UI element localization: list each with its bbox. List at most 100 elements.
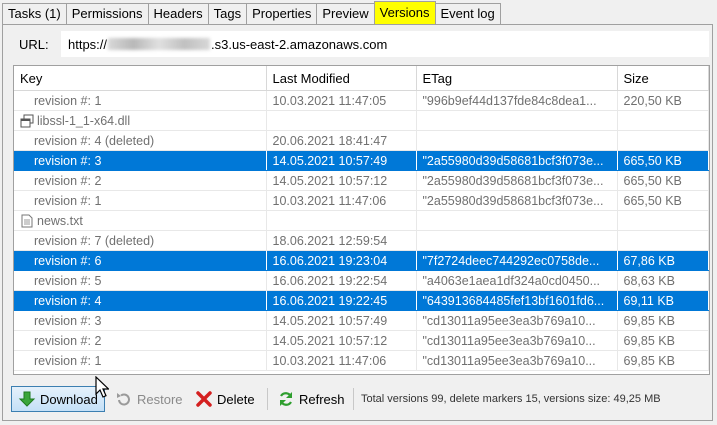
text-file-icon	[21, 214, 33, 227]
download-arrow-icon	[18, 391, 36, 407]
cell-text: 16.06.2021 19:23:04	[272, 253, 388, 268]
column-header-etag[interactable]: ETag	[416, 66, 618, 91]
cell-last-modified	[266, 110, 417, 131]
versions-status-text: Total versions 99, delete markers 15, ve…	[361, 393, 661, 405]
revision-row[interactable]: revision #: 4 (deleted) 20.06.2021 18:41:…	[14, 130, 709, 151]
cell-size	[617, 230, 709, 251]
cell-text: "cd13011a95ee3ea3b769a10...	[422, 333, 596, 348]
tab-permissions[interactable]: Permissions	[65, 3, 149, 24]
cell-text: 220,50 KB	[623, 93, 682, 108]
cell-text: news.txt	[37, 213, 83, 228]
cell-etag: "996b9ef44d137fde84c8dea1...	[416, 90, 618, 111]
cell-last-modified: 10.03.2021 11:47:06	[266, 190, 417, 211]
column-header-last-modified[interactable]: Last Modified	[266, 66, 417, 91]
refresh-button[interactable]: Refresh	[271, 386, 351, 412]
cell-key: revision #: 5	[14, 270, 267, 291]
revision-row[interactable]: revision #: 7 (deleted) 18.06.2021 12:59:…	[14, 230, 709, 251]
cell-text: 10.03.2021 11:47:06	[272, 353, 387, 368]
cell-etag: "2a55980d39d58681bcf3f073e...	[416, 190, 618, 211]
tab-event-log[interactable]: Event log	[434, 3, 501, 24]
cell-text: revision #: 3	[34, 153, 102, 168]
url-field[interactable]: https:// .s3.us-east-2.amazonaws.com	[61, 31, 709, 57]
restore-button[interactable]: Restore	[109, 386, 189, 412]
dll-file-icon	[20, 114, 34, 127]
cell-text: "996b9ef44d137fde84c8dea1...	[422, 93, 597, 108]
tab-tags[interactable]: Tags	[207, 3, 248, 24]
cell-text: libssl-1_1-x64.dll	[37, 113, 131, 128]
cell-last-modified: 20.06.2021 18:41:47	[266, 130, 417, 151]
versions-table[interactable]: Key Last Modified ETag Size revision #: …	[13, 65, 710, 375]
tab-tasks-1[interactable]: Tasks (1)	[2, 3, 67, 24]
cell-key: revision #: 3	[14, 310, 267, 331]
tab-versions[interactable]: Versions	[373, 1, 436, 24]
cell-last-modified: 16.06.2021 19:22:54	[266, 270, 417, 291]
cell-text: 665,50 KB	[623, 173, 682, 188]
cell-text: 69,85 KB	[623, 313, 675, 328]
file-row[interactable]: libssl-1_1-x64.dll	[14, 110, 709, 131]
revision-row[interactable]: revision #: 6 16.06.2021 19:23:04 "7f2724d…	[14, 250, 709, 271]
tab-headers[interactable]: Headers	[147, 3, 209, 24]
cell-etag: "7f2724deec744292ec0758de...	[416, 250, 618, 271]
cell-text: 20.06.2021 18:41:47	[272, 133, 388, 148]
file-row[interactable]: news.txt	[14, 210, 709, 231]
revision-row[interactable]: revision #: 1 10.03.2021 11:47:06 "2a55980…	[14, 190, 709, 211]
cell-size: 69,11 KB	[617, 290, 709, 311]
delete-button[interactable]: Delete	[189, 386, 261, 412]
cell-text: 69,11 KB	[623, 293, 675, 308]
cell-etag: "a4063e1aea1df324a0cd0450...	[416, 270, 618, 291]
refresh-icon	[279, 392, 293, 406]
cell-text: "2a55980d39d58681bcf3f073e...	[422, 193, 604, 208]
cell-text: revision #: 5	[34, 273, 102, 288]
cell-text: "a4063e1aea1df324a0cd0450...	[422, 273, 601, 288]
restore-icon	[117, 393, 130, 406]
versions-toolbar: Download Restore Delete Refresh Total ve…	[3, 382, 712, 418]
download-button[interactable]: Download	[11, 386, 105, 412]
cell-key: revision #: 6	[14, 250, 267, 271]
column-header-key[interactable]: Key	[14, 66, 267, 91]
url-prefix: https://	[68, 37, 108, 52]
revision-row[interactable]: revision #: 2 14.05.2021 10:57:12 "cd13011…	[14, 330, 709, 351]
cell-text: "2a55980d39d58681bcf3f073e...	[422, 173, 604, 188]
revision-row[interactable]: revision #: 1 10.03.2021 11:47:05 "996b9ef…	[14, 90, 709, 111]
cell-text: 68,63 KB	[623, 273, 675, 288]
cell-key: revision #: 1	[14, 350, 267, 371]
revision-row[interactable]: revision #: 1 10.03.2021 11:47:06 "cd13011…	[14, 350, 709, 371]
cell-etag: "2a55980d39d58681bcf3f073e...	[416, 170, 618, 191]
tab-properties[interactable]: Properties	[246, 3, 318, 24]
revision-row[interactable]: revision #: 4 16.06.2021 19:22:45 "6439136…	[14, 290, 709, 311]
cell-text: 10.03.2021 11:47:05	[272, 93, 387, 108]
cell-etag	[416, 110, 618, 131]
cell-text: 67,86 KB	[623, 253, 675, 268]
cell-text: "643913684485fef13bf1601fd6...	[422, 293, 605, 308]
cell-last-modified: 10.03.2021 11:47:06	[266, 350, 417, 371]
cell-text: revision #: 2	[34, 173, 102, 188]
tab-preview[interactable]: Preview	[316, 3, 375, 24]
toolbar-separator	[267, 388, 268, 410]
column-header-size[interactable]: Size	[617, 66, 709, 91]
cell-text: revision #: 4	[34, 293, 102, 308]
cell-size: 665,50 KB	[617, 170, 709, 191]
cell-size: 220,50 KB	[617, 90, 709, 111]
cell-text: revision #: 7 (deleted)	[34, 233, 155, 248]
cell-size: 69,85 KB	[617, 330, 709, 351]
restore-label: Restore	[137, 391, 183, 407]
revision-row[interactable]: revision #: 5 16.06.2021 19:22:54 "a4063e1…	[14, 270, 709, 291]
mouse-pointer-icon	[95, 376, 109, 398]
cell-last-modified: 16.06.2021 19:22:45	[266, 290, 417, 311]
toolbar-separator	[353, 388, 354, 410]
cell-size: 67,86 KB	[617, 250, 709, 271]
versions-panel: URL: https:// .s3.us-east-2.amazonaws.com…	[2, 24, 713, 421]
cell-size	[617, 210, 709, 231]
cell-text: 18.06.2021 12:59:54	[272, 233, 388, 248]
cell-text: revision #: 1	[34, 353, 102, 368]
cell-text: 14.05.2021 10:57:49	[272, 313, 388, 328]
revision-row[interactable]: revision #: 2 14.05.2021 10:57:12 "2a55980…	[14, 170, 709, 191]
cell-text: 665,50 KB	[623, 153, 682, 168]
cell-last-modified: 10.03.2021 11:47:05	[266, 90, 417, 111]
cell-text: revision #: 6	[34, 253, 102, 268]
revision-row[interactable]: revision #: 3 14.05.2021 10:57:49 "cd13011…	[14, 310, 709, 331]
revision-row[interactable]: revision #: 3 14.05.2021 10:57:49 "2a55980…	[14, 150, 709, 171]
cell-key: revision #: 1	[14, 90, 267, 111]
cell-key: revision #: 1	[14, 190, 267, 211]
cell-text: "7f2724deec744292ec0758de...	[422, 253, 600, 268]
